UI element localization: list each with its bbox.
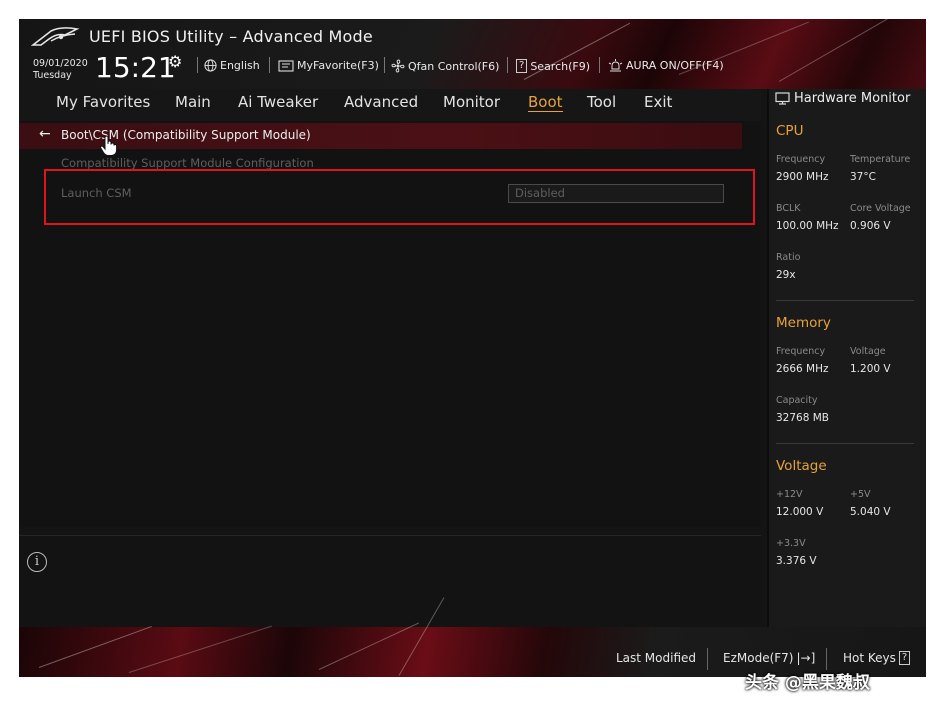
v12-value: 12.000 V [776, 506, 824, 518]
header: UEFI BIOS Utility – Advanced Mode 09/01/… [19, 19, 926, 89]
divider [269, 57, 270, 73]
bclk-label: BCLK [776, 203, 801, 214]
tab-my-favorites[interactable]: My Favorites [56, 93, 150, 111]
ezmode-label: EzMode(F7) [723, 651, 794, 665]
last-modified-button[interactable]: Last Modified [616, 651, 696, 665]
gear-icon[interactable]: ⚙ [168, 52, 182, 71]
language-label: English [220, 59, 260, 72]
hot-keys-button[interactable]: Hot Keys ? [843, 651, 911, 665]
bclk-value: 100.00 MHz [776, 220, 839, 232]
ezmode-button[interactable]: EzMode(F7) |→] [723, 651, 815, 665]
rog-logo-icon [31, 27, 80, 46]
hardware-monitor-panel: Hardware Monitor CPU Frequency Temperatu… [767, 89, 926, 627]
tab-main[interactable]: Main [175, 93, 211, 111]
ratio-value: 29x [776, 269, 796, 281]
voltage-section-title: Voltage [776, 458, 827, 474]
divider [776, 300, 914, 301]
main-nav: My Favorites Main Ai Tweaker Advanced Mo… [19, 89, 761, 121]
qfan-button[interactable]: Qfan Control(F6) [391, 59, 499, 73]
cpu-temperature-label: Temperature [850, 154, 911, 165]
section-title: Compatibility Support Module Configurati… [61, 156, 314, 170]
ratio-label: Ratio [776, 252, 801, 263]
tab-ai-tweaker[interactable]: Ai Tweaker [238, 93, 318, 111]
v5-label: +5V [850, 489, 871, 500]
info-panel: i [19, 535, 761, 628]
aura-label: AURA ON/OFF(F4) [626, 59, 724, 72]
tab-tool[interactable]: Tool [587, 93, 616, 111]
v5-value: 5.040 V [850, 506, 891, 518]
tab-advanced[interactable]: Advanced [344, 93, 418, 111]
divider [826, 648, 827, 670]
core-voltage-value: 0.906 V [850, 220, 891, 232]
aura-button[interactable]: AURA ON/OFF(F4) [608, 59, 724, 72]
globe-icon [204, 59, 217, 72]
question-icon: ? [898, 651, 911, 665]
fan-icon [391, 59, 405, 73]
capacity-value: 32768 MB [776, 412, 830, 424]
myfavorite-icon [278, 59, 294, 72]
tab-boot[interactable]: Boot [528, 93, 563, 112]
breadcrumb[interactable]: ← Boot\CSM (Compatibility Support Module… [19, 123, 742, 149]
divider [707, 648, 708, 670]
watermark: 头条 @黑果魏叔 [745, 673, 870, 693]
monitor-icon [775, 92, 790, 105]
v33-label: +3.3V [776, 538, 806, 549]
date: 09/01/2020 [33, 58, 88, 69]
divider [599, 57, 600, 73]
qfan-label: Qfan Control(F6) [408, 59, 500, 73]
main-panel: ← Boot\CSM (Compatibility Support Module… [19, 121, 761, 527]
cpu-frequency-value: 2900 MHz [776, 171, 829, 183]
back-arrow-icon[interactable]: ← [39, 126, 51, 142]
search-label: Search(F9) [530, 59, 591, 73]
launch-csm-select[interactable]: Disabled [508, 184, 724, 203]
cpu-frequency-label: Frequency [776, 154, 826, 165]
exit-arrow-icon: |→] [796, 651, 816, 665]
hardware-monitor-label: Hardware Monitor [794, 91, 911, 106]
memory-voltage-value: 1.200 V [850, 363, 891, 375]
hand-cursor-icon [100, 135, 118, 156]
divider [507, 57, 508, 73]
aura-icon [608, 59, 623, 72]
v33-value: 3.376 V [776, 555, 817, 567]
tab-exit[interactable]: Exit [644, 93, 672, 111]
info-icon: i [27, 552, 47, 572]
hardware-monitor-title: Hardware Monitor [775, 91, 910, 106]
weekday: Tuesday [33, 70, 72, 81]
core-voltage-label: Core Voltage [850, 203, 911, 214]
last-modified-label: Last Modified [616, 651, 697, 665]
capacity-label: Capacity [776, 395, 818, 406]
tab-monitor[interactable]: Monitor [443, 93, 500, 111]
search-icon: ? [516, 59, 528, 73]
myfavorite-button[interactable]: MyFavorite(F3) [278, 59, 379, 72]
memory-frequency-value: 2666 MHz [776, 363, 829, 375]
app-title: UEFI BIOS Utility – Advanced Mode [89, 27, 373, 46]
memory-frequency-label: Frequency [776, 346, 826, 357]
clock: 15:21 [95, 51, 176, 84]
date-display: 09/01/2020 Tuesday [33, 58, 88, 82]
hot-keys-label: Hot Keys [843, 651, 896, 665]
memory-voltage-label: Voltage [850, 346, 886, 357]
search-button[interactable]: ? Search(F9) [516, 59, 590, 73]
divider [197, 57, 198, 73]
myfavorite-label: MyFavorite(F3) [297, 59, 379, 72]
language-button[interactable]: English [204, 59, 260, 72]
divider [384, 57, 385, 73]
memory-section-title: Memory [776, 315, 831, 331]
divider [776, 443, 914, 444]
launch-csm-label: Launch CSM [61, 186, 132, 200]
cpu-temperature-value: 37°C [850, 171, 876, 183]
v12-label: +12V [776, 489, 803, 500]
cpu-section-title: CPU [776, 123, 804, 139]
bios-window: UEFI BIOS Utility – Advanced Mode 09/01/… [19, 19, 926, 677]
